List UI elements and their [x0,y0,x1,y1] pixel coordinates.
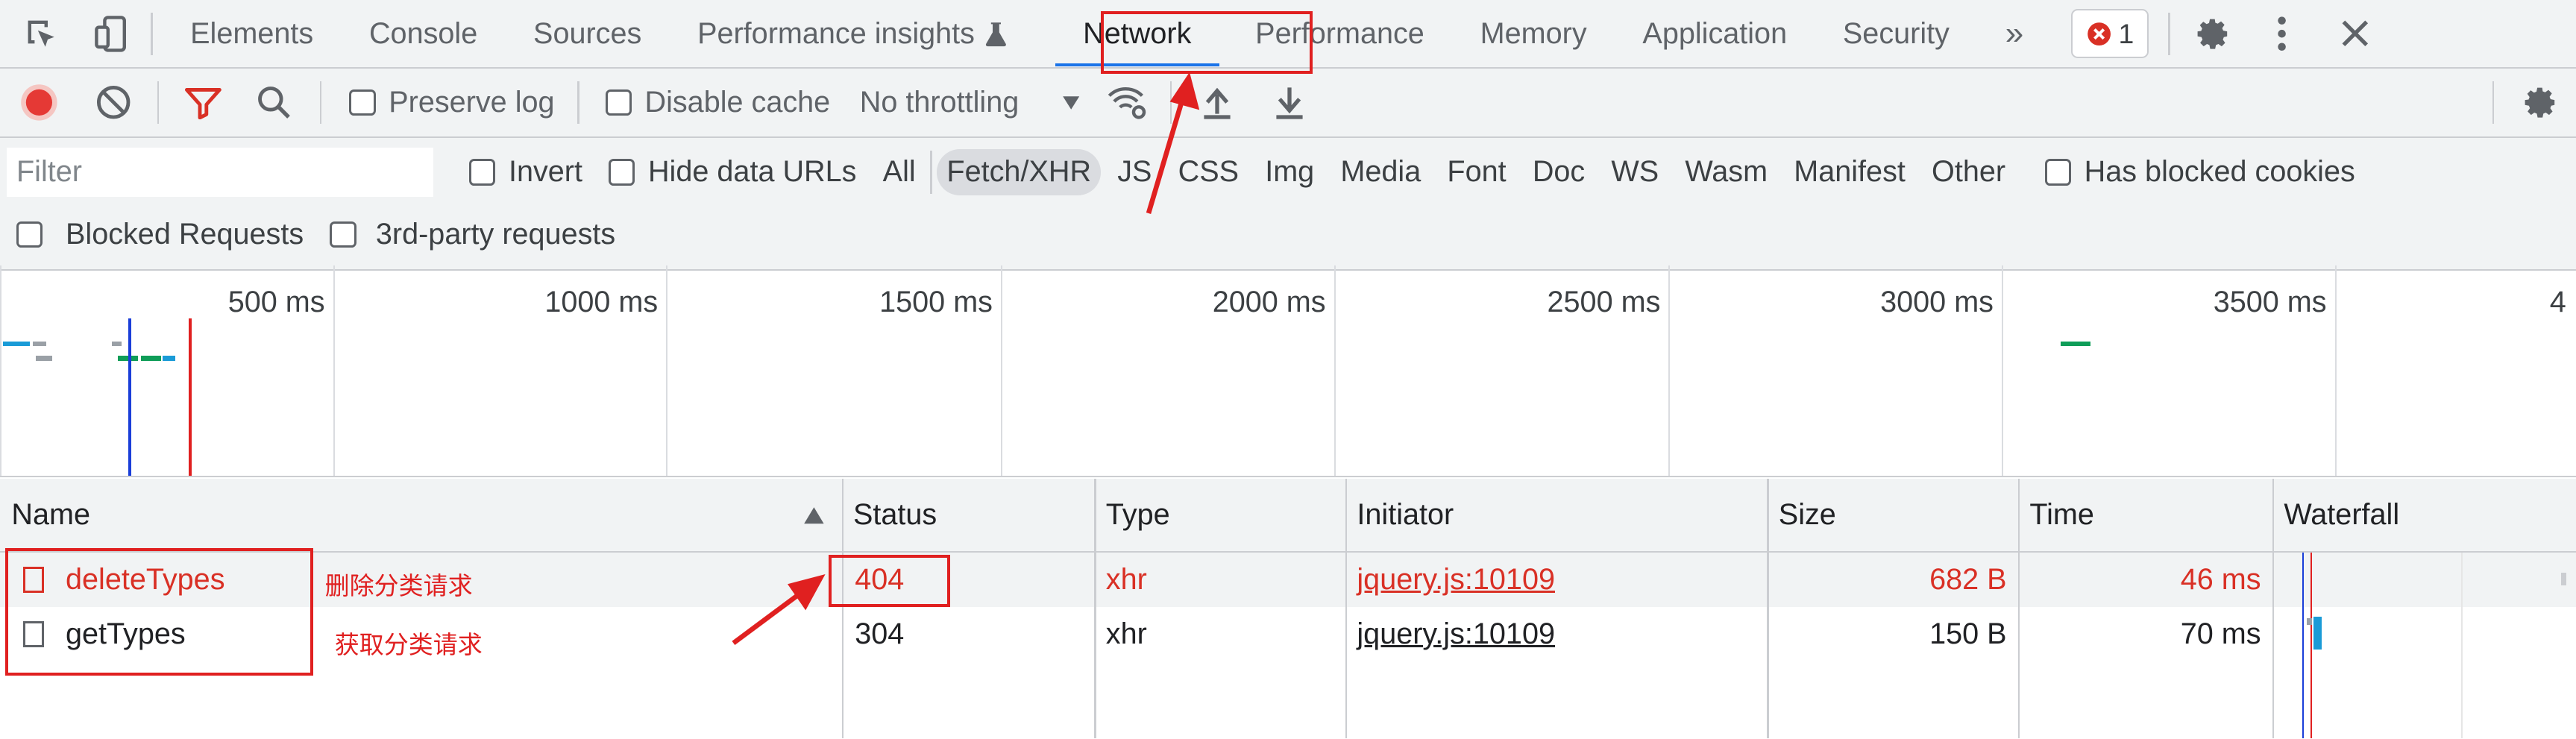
arrow-to-status [732,588,805,646]
arrowhead [1169,72,1200,110]
arrow-to-network-tab [1146,91,1187,214]
arrowhead [788,574,826,611]
annotation-arrows [732,72,1200,646]
